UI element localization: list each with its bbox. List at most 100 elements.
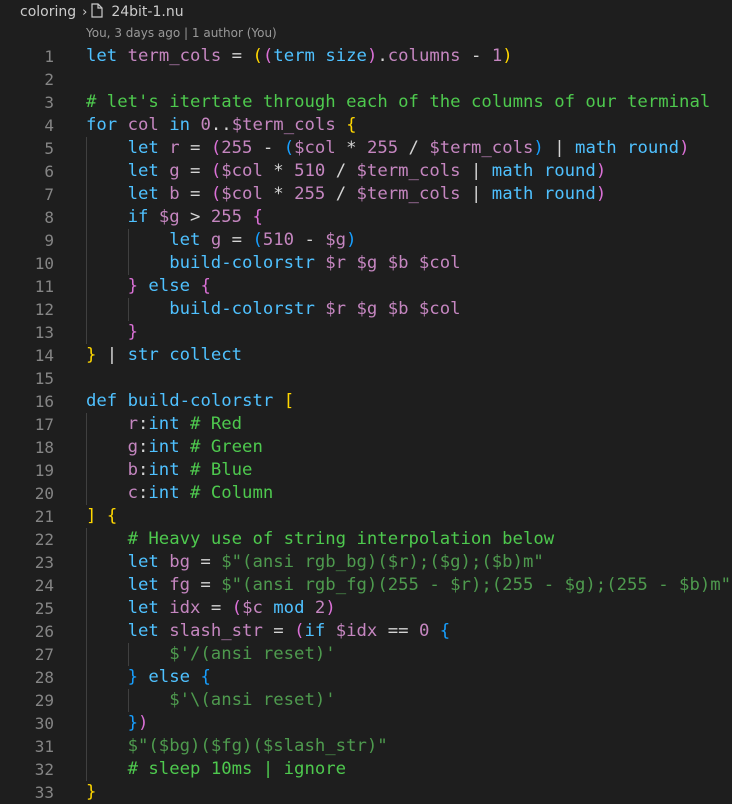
code-text[interactable]: r:int # Red [128, 413, 242, 436]
code-token: * [262, 161, 295, 181]
code-line[interactable]: 2 [0, 68, 732, 91]
code-line[interactable]: 7 let b = ($col * 255 / $term_cols | math… [0, 183, 732, 206]
code-text[interactable]: # sleep 10ms | ignore [128, 758, 347, 781]
code-text[interactable]: let b = ($col * 255 / $term_cols | math … [128, 183, 607, 206]
code-line[interactable]: 12 build-colorstr $r $g $b $col [0, 298, 732, 321]
code-line[interactable]: 8 if $g > 255 { [0, 206, 732, 229]
codelens-blame[interactable]: You, 3 days ago | 1 author (You) [86, 26, 277, 40]
breadcrumb-file[interactable]: 24bit-1.nu [111, 4, 183, 20]
code-token: term_cols [127, 46, 222, 66]
line-number: 5 [44, 139, 54, 158]
code-text[interactable]: } | str collect [86, 344, 242, 367]
code-text[interactable]: let g = ($col * 510 / $term_cols | math … [128, 160, 607, 183]
code-token: } [127, 276, 138, 296]
code-line[interactable]: 6 let g = ($col * 510 / $term_cols | math… [0, 160, 732, 183]
code-token: let [127, 621, 159, 641]
code-text[interactable]: $"($bg)($fg)($slash_str)" [128, 735, 388, 758]
code-line[interactable]: 31 $"($bg)($fg)($slash_str)" [0, 735, 732, 758]
code-line[interactable]: 19 b:int # Blue [0, 459, 732, 482]
breadcrumb-folder[interactable]: coloring [20, 4, 76, 20]
code-text[interactable]: let bg = $"(ansi rgb_bg)($r);($g);($b)m" [128, 551, 544, 574]
code-text[interactable]: let idx = ($c mod 2) [128, 597, 336, 620]
code-token: = [179, 161, 211, 181]
line-number: 10 [34, 254, 54, 273]
code-text[interactable]: build-colorstr $r $g $b $col [169, 252, 460, 275]
code-line[interactable]: 21] { [0, 505, 732, 528]
code-line[interactable]: 5 let r = (255 - ($col * 255 / $term_cols… [0, 137, 732, 160]
code-line[interactable]: 32 # sleep 10ms | ignore [0, 758, 732, 781]
line-number: 18 [34, 438, 54, 457]
code-line[interactable]: 18 g:int # Green [0, 436, 732, 459]
code-line[interactable]: 26 let slash_str = (if $idx == 0 { [0, 620, 732, 643]
code-token: .. [210, 115, 232, 135]
code-text[interactable]: b:int # Blue [128, 459, 253, 482]
code-text[interactable]: let fg = $"(ansi rgb_fg)(255 - $r);(255 … [128, 574, 731, 597]
code-text[interactable]: def build-colorstr [ [86, 390, 294, 413]
code-text[interactable]: } else { [128, 666, 211, 689]
code-line[interactable]: 20 c:int # Column [0, 482, 732, 505]
code-text[interactable]: build-colorstr $r $g $b $col [169, 298, 460, 321]
code-line[interactable]: 17 r:int # Red [0, 413, 732, 436]
code-line[interactable]: 10 build-colorstr $r $g $b $col [0, 252, 732, 275]
code-token: ( [262, 46, 274, 66]
code-token: int [148, 437, 180, 457]
indent-guide [86, 482, 87, 505]
code-text[interactable]: g:int # Green [128, 436, 263, 459]
code-text[interactable]: $'/(ansi reset)' [169, 643, 335, 666]
code-line[interactable]: 29 $'\(ansi reset)' [0, 689, 732, 712]
code-text[interactable]: for col in 0..$term_cols { [86, 114, 357, 137]
code-text[interactable]: # Heavy use of string interpolation belo… [128, 528, 555, 551]
code-text[interactable]: let slash_str = (if $idx == 0 { [128, 620, 451, 643]
indent-guide [86, 275, 87, 298]
code-token: } [86, 782, 97, 802]
code-line[interactable]: 9 let g = (510 - $g) [0, 229, 732, 252]
code-token: g [169, 161, 180, 181]
code-text[interactable]: let g = (510 - $g) [169, 229, 356, 252]
code-token: [ [283, 391, 295, 411]
indent-guide [86, 597, 87, 620]
code-line[interactable]: 27 $'/(ansi reset)' [0, 643, 732, 666]
code-line[interactable]: 28} else { [0, 666, 732, 689]
code-token: fg [169, 575, 191, 595]
code-line[interactable]: 23 let bg = $"(ansi rgb_bg)($r);($g);($b)… [0, 551, 732, 574]
code-line[interactable]: 1 let term_cols = ((term size).columns - … [0, 45, 732, 68]
code-line[interactable]: 16 def build-colorstr [ [0, 390, 732, 413]
code-token: $"(ansi rgb_fg)(255 - $r);(255 - $g);(25… [221, 575, 732, 595]
code-line[interactable]: 4 for col in 0..$term_cols { [0, 114, 732, 137]
code-line[interactable]: 3 # let's itertate through each of the co… [0, 91, 732, 114]
code-line[interactable]: 14} | str collect [0, 344, 732, 367]
code-token: bg [169, 552, 191, 572]
code-token: # sleep 10ms | ignore [127, 759, 347, 779]
code-text[interactable]: $'\(ansi reset)' [169, 689, 335, 712]
code-text[interactable]: # let's itertate through each of the col… [86, 91, 710, 114]
code-token: let [127, 575, 159, 595]
code-text[interactable]: ] { [86, 505, 117, 528]
code-token: $col [221, 184, 263, 204]
code-line[interactable]: 22 # Heavy use of string interpolation be… [0, 528, 732, 551]
code-text[interactable]: let r = (255 - ($col * 255 / $term_cols)… [128, 137, 690, 160]
code-token: ( [231, 598, 243, 618]
code-line[interactable]: 30}) [0, 712, 732, 735]
code-text[interactable]: if $g > 255 { [128, 206, 263, 229]
code-text[interactable]: } else { [128, 275, 211, 298]
code-line[interactable]: 24 let fg = $"(ansi rgb_fg)(255 - $r);(25… [0, 574, 732, 597]
code-text[interactable]: c:int # Column [128, 482, 274, 505]
code-text[interactable]: } [128, 321, 138, 344]
code-token: > [179, 207, 211, 227]
code-line[interactable]: 13} [0, 321, 732, 344]
code-line[interactable]: 25 let idx = ($c mod 2) [0, 597, 732, 620]
code-token: $col [294, 138, 336, 158]
code-text[interactable]: let term_cols = ((term size).columns - 1… [86, 45, 513, 68]
code-line[interactable]: 11} else { [0, 275, 732, 298]
code-token: * [335, 138, 367, 158]
code-line[interactable]: 15 [0, 367, 732, 390]
code-text[interactable]: }) [128, 712, 149, 735]
indent-guide [127, 643, 129, 666]
code-editor[interactable]: 1 let term_cols = ((term size).columns - … [0, 45, 732, 804]
code-token: 510 [294, 161, 326, 181]
